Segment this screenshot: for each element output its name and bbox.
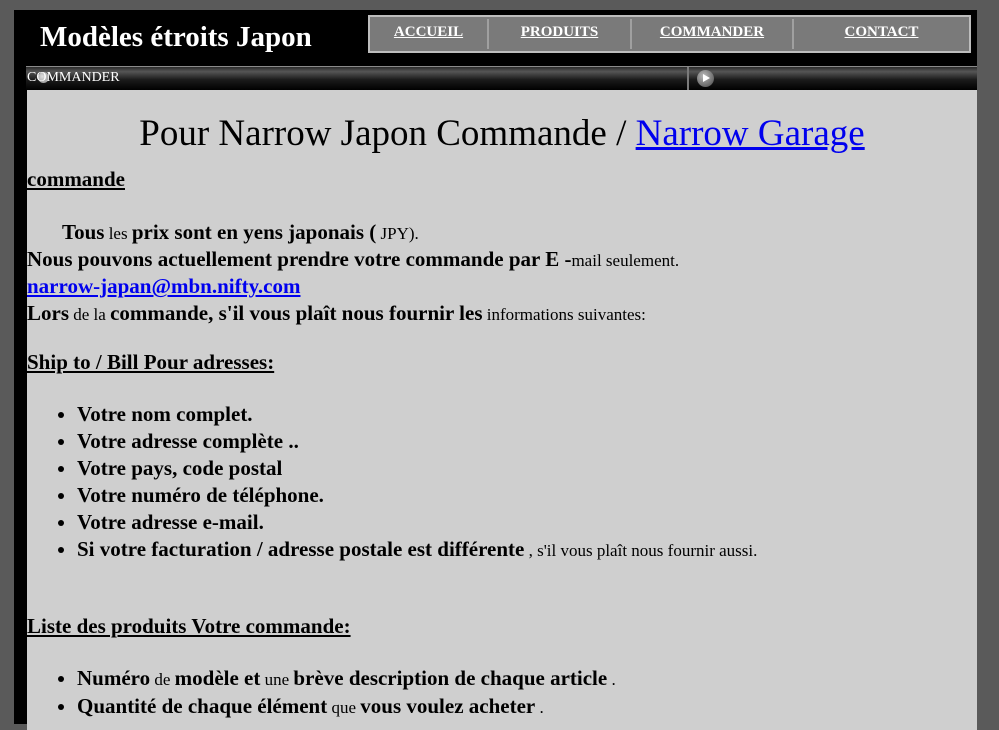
page-title-text: Pour Narrow Japon Commande / xyxy=(139,113,636,154)
list-item: Numéro de modèle et une brève descriptio… xyxy=(77,665,616,693)
email-line: narrow-japan@mbn.nifty.com xyxy=(27,272,301,300)
breadcrumb-label: COMMANDER xyxy=(27,70,120,85)
play-icon[interactable] xyxy=(697,70,714,87)
breadcrumb-divider xyxy=(687,67,689,91)
list-item: Votre adresse complète .. xyxy=(77,428,757,455)
page-frame: Modèles étroits Japon ACCUEIL PRODUITS C… xyxy=(14,10,977,730)
section-heading-products: Liste des produits Votre commande: xyxy=(27,614,351,638)
section-heading-commande: commande xyxy=(27,167,125,191)
list-item: Votre numéro de téléphone. xyxy=(77,482,757,509)
email-note: Nous pouvons actuellement prendre votre … xyxy=(27,247,680,271)
nav-contact[interactable]: CONTACT xyxy=(794,19,969,49)
nav-commander[interactable]: COMMANDER xyxy=(632,19,794,49)
list-item: Votre nom complet. xyxy=(77,401,757,428)
page-title: Pour Narrow Japon Commande / Narrow Gara… xyxy=(27,110,977,158)
email-link[interactable]: narrow-japan@mbn.nifty.com xyxy=(27,274,301,298)
list-item: Votre pays, code postal xyxy=(77,455,757,482)
main-content: Pour Narrow Japon Commande / Narrow Gara… xyxy=(27,90,977,730)
list-item: Quantité de chaque élément que vous voul… xyxy=(77,693,616,721)
top-nav: ACCUEIL PRODUITS COMMANDER CONTACT xyxy=(368,15,971,53)
ship-list: Votre nom complet. Votre adresse complèt… xyxy=(27,401,757,564)
list-item: Votre adresse e-mail. xyxy=(77,509,757,536)
nav-produits[interactable]: PRODUITS xyxy=(489,19,632,49)
site-title: Modèles étroits Japon xyxy=(40,21,312,53)
section-heading-ship: Ship to / Bill Pour adresses: xyxy=(27,350,275,374)
products-list: Numéro de modèle et une brève descriptio… xyxy=(27,665,616,721)
price-note: Tous les prix sont en yens japonais ( JP… xyxy=(62,220,419,244)
narrow-garage-link[interactable]: Narrow Garage xyxy=(636,113,865,154)
list-item: Si votre facturation / adresse postale e… xyxy=(77,536,757,564)
info-note: Lors de la commande, s'il vous plaît nou… xyxy=(27,301,646,325)
nav-accueil[interactable]: ACCUEIL xyxy=(370,19,489,49)
breadcrumb-bar: COMMANDER xyxy=(26,66,977,91)
